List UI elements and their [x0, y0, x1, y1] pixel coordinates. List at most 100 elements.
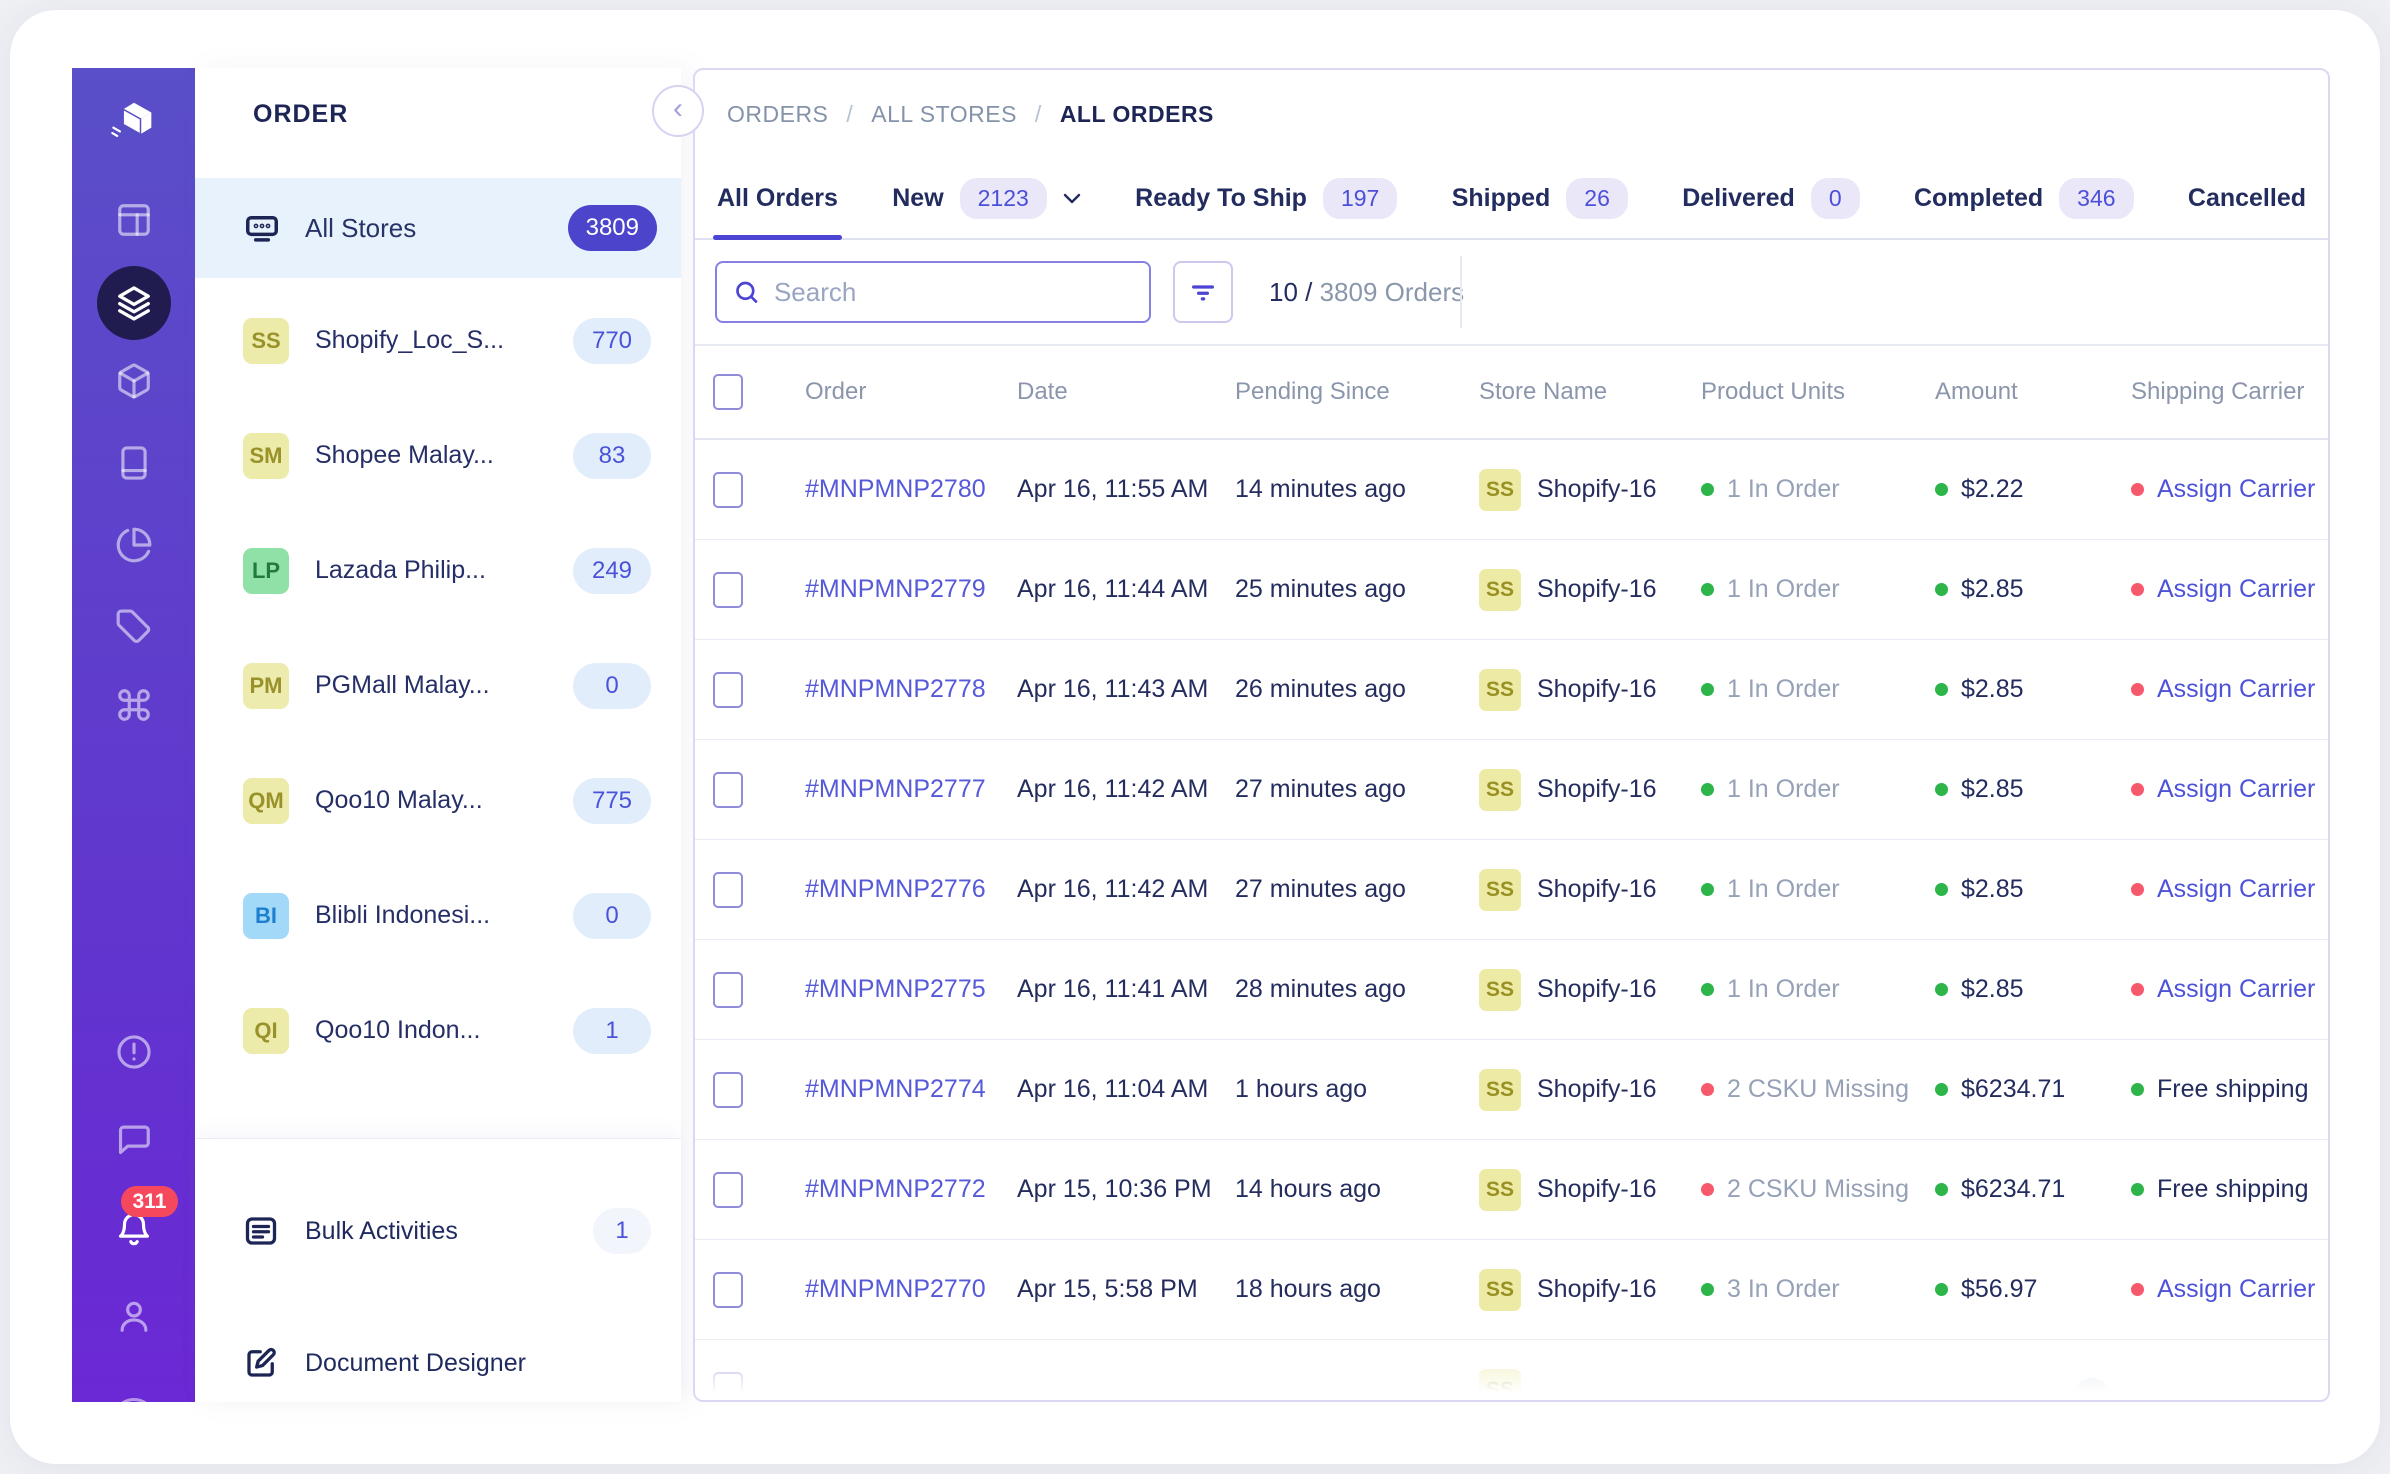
order-id-link[interactable]: #MNPMNP2770	[805, 1275, 1017, 1304]
units-status-dot	[1701, 683, 1714, 696]
store-initials-badge: PM	[243, 663, 289, 709]
tab-cancelled[interactable]: Cancelled	[2188, 158, 2306, 238]
bulk-activities-count: 1	[593, 1208, 651, 1254]
back-button[interactable]: ‹	[652, 85, 704, 137]
brand-logo[interactable]	[108, 100, 160, 157]
amount-cell: $2.85	[1935, 775, 2131, 804]
select-all-checkbox[interactable]	[713, 374, 743, 410]
units-text: 3 In Order	[1727, 1275, 1840, 1304]
carrier-text[interactable]: Assign Carrier	[2157, 1275, 2315, 1304]
order-id-link[interactable]: #MNPMNP2780	[805, 475, 1017, 504]
sidebar-item-store[interactable]: SSShopify_Loc_S...770	[195, 283, 681, 398]
order-date: Apr 16, 11:55 AM	[1017, 475, 1235, 504]
rail-layers-icon[interactable]	[97, 266, 171, 340]
breadcrumb-item: ALL ORDERS	[1060, 101, 1214, 128]
store-cell: SSShopify-16	[1479, 969, 1701, 1011]
tab-completed[interactable]: Completed346	[1914, 158, 2134, 238]
row-checkbox[interactable]	[713, 1272, 743, 1308]
store-initials-badge: SS	[1479, 1069, 1521, 1111]
sidebar-item-store[interactable]: LPLazada Philip...249	[195, 513, 681, 628]
tab-new[interactable]: New2123	[892, 158, 1081, 238]
row-checkbox[interactable]	[713, 972, 743, 1008]
table-row: #MNPMNP2770Apr 15, 5:58 PM18 hours agoSS…	[695, 1240, 2328, 1340]
rail-notebook-icon[interactable]	[97, 426, 171, 500]
rail-chat-bubble-icon[interactable]	[97, 1102, 171, 1176]
orders-toolbar: 10 / 3809 Orders	[695, 240, 2328, 346]
sidebar-item-store[interactable]: QMQoo10 Malay...775	[195, 743, 681, 858]
tab-label: All Orders	[717, 184, 838, 213]
tab-label: Ready To Ship	[1135, 184, 1307, 213]
row-checkbox[interactable]	[713, 1072, 743, 1108]
search-input[interactable]	[774, 277, 1133, 308]
amount-cell: $2.22	[1935, 475, 2131, 504]
carrier-text[interactable]: Assign Carrier	[2157, 475, 2315, 504]
units-text: 2 CSKU Missing	[1727, 1075, 1909, 1104]
order-id-link[interactable]: #MNPMNP2777	[805, 775, 1017, 804]
sidebar-item-store[interactable]: PMPGMall Malay...0	[195, 628, 681, 743]
store-name: Shopify-16	[1537, 975, 1657, 1004]
filter-button[interactable]	[1173, 261, 1233, 323]
store-name: Shopify-16	[1537, 1275, 1657, 1304]
rail-pie-chart-icon[interactable]	[97, 508, 171, 582]
rail-tag-icon[interactable]	[97, 588, 171, 662]
store-name: Shopify-16	[1537, 875, 1657, 904]
status-tabs: All Orders New2123 Ready To Ship197 Shipped…	[695, 158, 2328, 240]
carrier-text[interactable]: Assign Carrier	[2157, 975, 2315, 1004]
row-checkbox[interactable]	[713, 472, 743, 508]
rail-command-icon[interactable]	[97, 668, 171, 742]
store-cell: SSShopify-16	[1479, 1269, 1701, 1311]
row-checkbox[interactable]	[713, 572, 743, 608]
tab-shipped[interactable]: Shipped26	[1452, 158, 1628, 238]
product-units-cell: 3 In Order	[1701, 1275, 1935, 1304]
amount-status-dot	[1935, 883, 1948, 896]
order-id-link[interactable]: #MNPMNP2772	[805, 1175, 1017, 1204]
row-checkbox[interactable]	[713, 672, 743, 708]
carrier-text[interactable]: Assign Carrier	[2157, 775, 2315, 804]
row-checkbox[interactable]	[713, 872, 743, 908]
row-checkbox[interactable]	[713, 1372, 743, 1403]
tab-delivered[interactable]: Delivered0	[1682, 158, 1859, 238]
store-initials-badge: SS	[243, 318, 289, 364]
rail-layout-grid-icon[interactable]	[97, 183, 171, 257]
tab-ready-to-ship[interactable]: Ready To Ship197	[1135, 158, 1397, 238]
sidebar-item-store[interactable]: SMShopee Malay...83	[195, 398, 681, 513]
order-id-link[interactable]: #MNPMNP2778	[805, 675, 1017, 704]
rail-package-icon[interactable]	[97, 344, 171, 418]
order-id-link[interactable]: #MNPMNP2776	[805, 875, 1017, 904]
rail-user-icon[interactable]	[97, 1279, 171, 1353]
order-id-link[interactable]: #MNPMNP2774	[805, 1075, 1017, 1104]
amount-cell: $2.85	[1935, 575, 2131, 604]
row-checkbox[interactable]	[713, 1172, 743, 1208]
store-count: 0	[573, 893, 651, 939]
sidebar-item-store[interactable]: BIBlibli Indonesi...0	[195, 858, 681, 973]
store-name: Shopify-16	[1537, 1175, 1657, 1204]
store-cell: SSShopify-16	[1479, 1069, 1701, 1111]
all-stores-count: 3809	[568, 205, 657, 251]
order-id-link[interactable]: #MNPMNP2779	[805, 575, 1017, 604]
chevron-down-icon[interactable]	[1063, 193, 1081, 204]
sidebar-item-document-designer[interactable]: Document Designer	[195, 1297, 681, 1429]
product-units-cell: 1 In Order	[1701, 475, 1935, 504]
column-header: Amount	[1935, 378, 2131, 406]
carrier-text: Free shipping	[2157, 1075, 2308, 1104]
row-checkbox[interactable]	[713, 772, 743, 808]
product-units-cell: 2 CSKU Missing	[1701, 1175, 1935, 1204]
breadcrumb-item[interactable]: ALL STORES	[871, 101, 1017, 128]
rail-bell-icon[interactable]: 311	[97, 1194, 171, 1268]
breadcrumb-item[interactable]: ORDERS	[727, 101, 828, 128]
carrier-text[interactable]: Assign Carrier	[2157, 575, 2315, 604]
rail-alert-circle-icon[interactable]	[97, 1015, 171, 1089]
carrier-text[interactable]: Assign Carrier	[2157, 875, 2315, 904]
sidebar-item-store[interactable]: QIQoo10 Indon...1	[195, 973, 681, 1088]
units-status-dot	[1701, 1183, 1714, 1196]
tab-count-pill: 26	[1566, 178, 1628, 219]
store-name: Shopify_Loc_S...	[315, 326, 573, 355]
order-id-link[interactable]: #MNPMNP2775	[805, 975, 1017, 1004]
sidebar-item-bulk-activities[interactable]: Bulk Activities 1	[195, 1165, 681, 1297]
amount-text: $56.97	[1961, 1275, 2037, 1304]
column-header: Shipping Carrier	[2131, 378, 2328, 406]
carrier-text[interactable]: Assign Carrier	[2157, 675, 2315, 704]
sidebar-item-all-stores[interactable]: All Stores 3809	[195, 178, 681, 278]
tab-all-orders[interactable]: All Orders	[717, 158, 838, 238]
store-name: Shopify-16	[1537, 475, 1657, 504]
